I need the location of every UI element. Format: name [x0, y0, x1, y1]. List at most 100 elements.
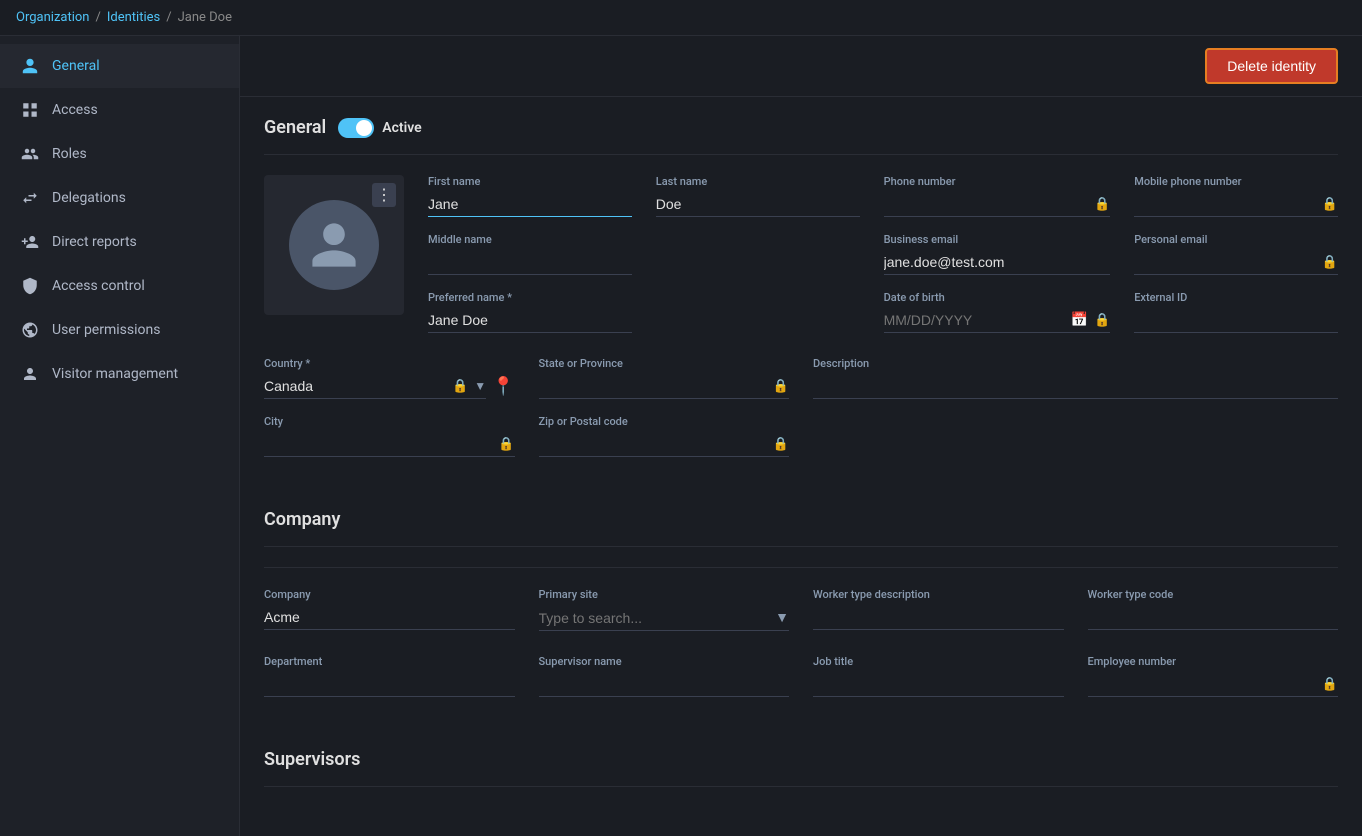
sidebar-item-access[interactable]: Access [0, 88, 239, 132]
city-input[interactable] [264, 436, 492, 452]
sidebar-label-access: Access [52, 102, 98, 118]
worker-type-desc-label: Worker type description [813, 588, 1064, 601]
state-group: State or Province 🔒 [539, 357, 790, 399]
worker-type-desc-group: Worker type description [813, 588, 1064, 631]
worker-type-desc-input[interactable] [813, 605, 1064, 630]
calendar-icon[interactable]: 📅 [1071, 312, 1088, 328]
city-zip-grid: City 🔒 Zip or Postal code 🔒 [264, 415, 1338, 457]
supervisor-label: Supervisor name [539, 655, 790, 668]
zip-input[interactable] [539, 436, 767, 452]
employee-number-input[interactable] [1088, 676, 1316, 692]
avatar [289, 200, 379, 290]
supervisor-input[interactable] [539, 672, 790, 697]
city-group: City 🔒 [264, 415, 515, 457]
personal-email-lock-icon: 🔒 [1322, 255, 1338, 270]
job-title-group: Job title [813, 655, 1064, 697]
department-input[interactable] [264, 672, 515, 697]
first-name-input[interactable] [428, 192, 632, 217]
external-id-input[interactable] [1134, 308, 1338, 333]
primary-site-wrapper[interactable]: ▼ [539, 605, 790, 631]
sidebar: General Access Roles Delegations Direct … [0, 36, 240, 836]
department-label: Department [264, 655, 515, 668]
breadcrumb-sep2: / [166, 10, 171, 25]
country-dropdown-arrow: ▼ [474, 379, 486, 393]
country-wrapper[interactable]: Canada United States United Kingdom 🔒 ▼ [264, 374, 486, 399]
personal-email-group: Personal email 🔒 [1134, 233, 1338, 275]
people-icon [20, 144, 40, 164]
dob-label: Date of birth [884, 291, 1111, 304]
middle-name-input[interactable] [428, 250, 632, 275]
phone-wrapper: 🔒 [884, 192, 1111, 217]
employee-number-wrapper: 🔒 [1088, 672, 1339, 697]
sidebar-item-general[interactable]: General [0, 44, 239, 88]
sidebar-item-roles[interactable]: Roles [0, 132, 239, 176]
primary-site-label: Primary site [539, 588, 790, 601]
dob-input[interactable] [884, 312, 1065, 328]
supervisors-title: Supervisors [264, 749, 360, 770]
sidebar-item-delegations[interactable]: Delegations [0, 176, 239, 220]
employee-number-group: Employee number 🔒 [1088, 655, 1339, 697]
employee-lock-icon: 🔒 [1322, 677, 1338, 692]
sidebar-label-delegations: Delegations [52, 190, 126, 206]
state-input[interactable] [539, 378, 767, 394]
supervisor-group: Supervisor name [539, 655, 790, 697]
sidebar-item-user-permissions[interactable]: User permissions [0, 308, 239, 352]
active-label: Active [382, 120, 421, 136]
spacer2 [656, 291, 860, 333]
dob-group: Date of birth 📅 🔒 [884, 291, 1111, 333]
sidebar-label-visitor-management: Visitor management [52, 366, 178, 382]
phone-input[interactable] [884, 196, 1088, 212]
company-input[interactable] [264, 605, 515, 630]
breadcrumb-identities[interactable]: Identities [107, 10, 160, 25]
spacer-city2 [1088, 415, 1339, 457]
sidebar-item-access-control[interactable]: Access control [0, 264, 239, 308]
sidebar-item-visitor-management[interactable]: Visitor management [0, 352, 239, 396]
sidebar-item-direct-reports[interactable]: Direct reports [0, 220, 239, 264]
top-bar: Delete identity [240, 36, 1362, 97]
breadcrumb: Organization / Identities / Jane Doe [0, 0, 1362, 36]
company-name-group: Company [264, 588, 515, 631]
job-title-input[interactable] [813, 672, 1064, 697]
first-name-group: First name [428, 175, 632, 217]
primary-site-input[interactable] [539, 610, 770, 626]
person-add-icon [20, 232, 40, 252]
preferred-name-input[interactable] [428, 308, 632, 333]
sidebar-label-general: General [52, 58, 100, 74]
state-label: State or Province [539, 357, 790, 370]
sidebar-label-access-control: Access control [52, 278, 145, 294]
worker-type-code-input[interactable] [1088, 605, 1339, 630]
state-lock-icon: 🔒 [773, 379, 789, 394]
shield-icon [20, 276, 40, 296]
middle-name-group: Middle name [428, 233, 632, 275]
company-grid-2: Department Supervisor name Job title Emp… [264, 655, 1338, 697]
last-name-input[interactable] [656, 192, 860, 217]
sidebar-label-roles: Roles [52, 146, 87, 162]
active-toggle[interactable] [338, 118, 374, 138]
toggle-thumb [356, 120, 372, 136]
country-lock-icon: 🔒 [452, 379, 468, 394]
supervisors-section-header: Supervisors [264, 729, 1338, 787]
country-select[interactable]: Canada United States United Kingdom [264, 378, 446, 394]
name-form-grid: First name Last name Phone number 🔒 [428, 175, 1338, 333]
description-input[interactable] [813, 374, 1338, 399]
avatar-menu-button[interactable]: ⋮ [372, 183, 396, 207]
personal-email-input[interactable] [1134, 254, 1316, 270]
mobile-phone-input[interactable] [1134, 196, 1316, 212]
person-check-icon [20, 364, 40, 384]
business-email-input[interactable] [884, 250, 1111, 275]
content-area: Delete identity General Active ⋮ [240, 36, 1362, 836]
delete-identity-button[interactable]: Delete identity [1205, 48, 1338, 84]
breadcrumb-org[interactable]: Organization [16, 10, 89, 25]
mobile-phone-label: Mobile phone number [1134, 175, 1338, 188]
city-lock-icon: 🔒 [498, 437, 514, 452]
phone-lock-icon: 🔒 [1094, 197, 1110, 212]
location-grid: Country * Canada United States United Ki… [264, 357, 1338, 399]
external-id-group: External ID [1134, 291, 1338, 333]
personal-email-label: Personal email [1134, 233, 1338, 246]
globe-icon [20, 320, 40, 340]
mobile-phone-wrapper: 🔒 [1134, 192, 1338, 217]
active-toggle-container[interactable]: Active [338, 118, 421, 138]
dob-wrapper: 📅 🔒 [884, 308, 1111, 333]
description-label: Description [813, 357, 1338, 370]
mobile-lock-icon: 🔒 [1322, 197, 1338, 212]
